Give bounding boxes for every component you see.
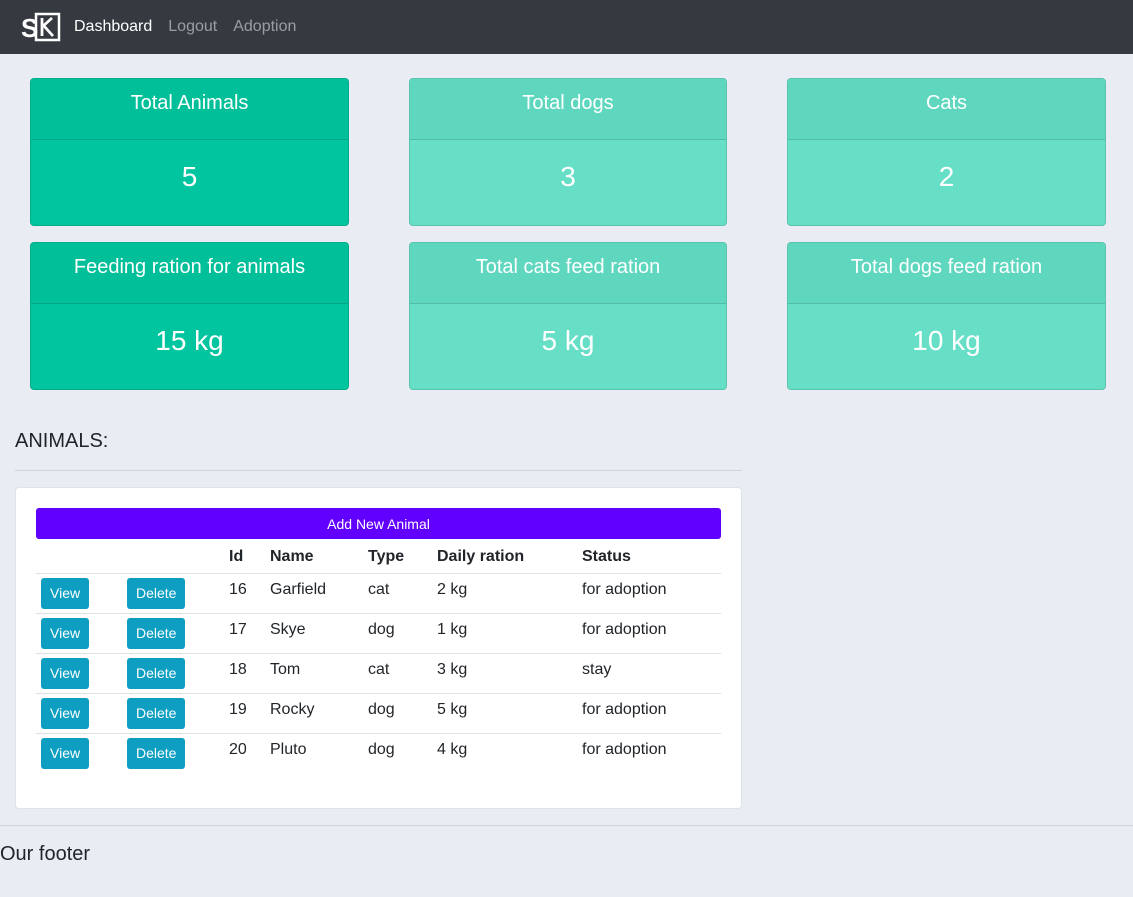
stat-card-cats-feed-ration: Total cats feed ration 5 kg	[409, 242, 727, 390]
column-header-view	[36, 541, 122, 574]
column-header-status: Status	[577, 541, 721, 574]
sk-logo-icon: S	[21, 12, 61, 42]
cell-type: dog	[363, 693, 432, 734]
stat-card-dogs-feed-ration: Total dogs feed ration 10 kg	[787, 242, 1106, 390]
stat-card-total-dogs: Total dogs 3	[409, 78, 727, 226]
stat-card-value: 10 kg	[912, 325, 981, 356]
delete-button[interactable]: Delete	[127, 657, 186, 689]
cell-type: dog	[363, 613, 432, 654]
column-header-delete	[122, 541, 224, 574]
nav-link-dashboard[interactable]: Dashboard	[74, 18, 152, 36]
column-header-name: Name	[265, 541, 363, 574]
stat-card-title: Total dogs feed ration	[788, 243, 1105, 304]
stat-card-title: Total dogs	[410, 79, 726, 140]
cell-type: cat	[363, 653, 432, 694]
delete-button[interactable]: Delete	[127, 697, 186, 729]
stat-card-value: 2	[938, 161, 955, 192]
column-header-type: Type	[363, 541, 432, 574]
view-button[interactable]: View	[41, 577, 90, 609]
top-navbar: S Dashboard Logout Adoption	[0, 0, 1133, 54]
cell-id: 17	[224, 613, 265, 654]
animals-section-title: ANIMALS:	[15, 430, 109, 452]
stat-card-feeding-ration: Feeding ration for animals 15 kg	[30, 242, 349, 390]
nav-link-logout[interactable]: Logout	[168, 18, 217, 36]
table-row: View Delete 16 Garfield cat 2 kg for ado…	[36, 573, 721, 614]
cell-daily-ration: 1 kg	[432, 613, 577, 654]
stat-card-title: Cats	[788, 79, 1105, 140]
view-button[interactable]: View	[41, 697, 90, 729]
add-new-animal-button[interactable]: Add New Animal	[36, 508, 721, 539]
cell-daily-ration: 3 kg	[432, 653, 577, 694]
cell-id: 18	[224, 653, 265, 694]
delete-button[interactable]: Delete	[127, 737, 186, 769]
stat-card-title: Total Animals	[31, 79, 348, 140]
cell-status: for adoption	[577, 613, 721, 654]
cell-status: for adoption	[582, 740, 667, 758]
nav-link-adoption[interactable]: Adoption	[233, 18, 296, 36]
delete-button[interactable]: Delete	[127, 617, 186, 649]
cell-type: cat	[363, 573, 432, 614]
stat-card-value: 3	[560, 161, 576, 192]
table-header-row: Id Name Type Daily ration Status	[36, 541, 721, 574]
animals-table: Id Name Type Daily ration Status View De…	[36, 541, 721, 773]
column-header-id: Id	[224, 541, 265, 574]
cell-status: for adoption	[577, 693, 721, 734]
cell-daily-ration: 5 kg	[432, 693, 577, 734]
stat-card-total-animals: Total Animals 5	[30, 78, 349, 226]
cell-name: Rocky	[265, 693, 363, 734]
cell-name: Pluto	[270, 740, 307, 758]
stat-card-value: 5	[181, 161, 198, 192]
view-button[interactable]: View	[41, 737, 90, 769]
stat-card-title: Total cats feed ration	[410, 243, 726, 304]
cell-name: Tom	[265, 653, 363, 694]
table-row: View Delete 19 Rocky dog 5 kg for adopti…	[36, 693, 721, 734]
delete-button[interactable]: Delete	[127, 577, 186, 609]
cell-name: Skye	[265, 613, 363, 654]
section-divider	[15, 470, 742, 471]
cell-daily-ration: 2 kg	[432, 573, 577, 614]
stat-card-value: 15 kg	[155, 325, 224, 356]
table-row: View Delete 17 Skye dog 1 kg for adoptio…	[36, 613, 721, 654]
stat-card-cats: Cats 2	[787, 78, 1106, 226]
view-button[interactable]: View	[41, 657, 90, 689]
footer-divider	[0, 825, 1133, 826]
cell-daily-ration: 4 kg	[437, 740, 468, 758]
cell-type: dog	[368, 740, 395, 758]
cell-status: for adoption	[577, 573, 721, 614]
cell-name: Garfield	[265, 573, 363, 614]
footer-text: Our footer	[0, 843, 91, 865]
animals-panel: Add New Animal Id Name Type Daily ration…	[15, 487, 742, 809]
column-header-daily-ration: Daily ration	[432, 541, 577, 574]
cell-id: 20	[229, 740, 247, 758]
view-button[interactable]: View	[41, 617, 90, 649]
stat-card-title: Feeding ration for animals	[31, 243, 348, 304]
brand-logo[interactable]: S	[21, 12, 61, 42]
table-row: View Delete 18 Tom cat 3 kg stay	[36, 653, 721, 694]
cell-status: stay	[577, 653, 721, 694]
table-row: View Delete 20 Pluto dog 4 kg for adopti…	[36, 733, 721, 773]
cell-id: 16	[224, 573, 265, 614]
cell-id: 19	[224, 693, 265, 734]
stat-card-value: 5 kg	[541, 325, 595, 356]
